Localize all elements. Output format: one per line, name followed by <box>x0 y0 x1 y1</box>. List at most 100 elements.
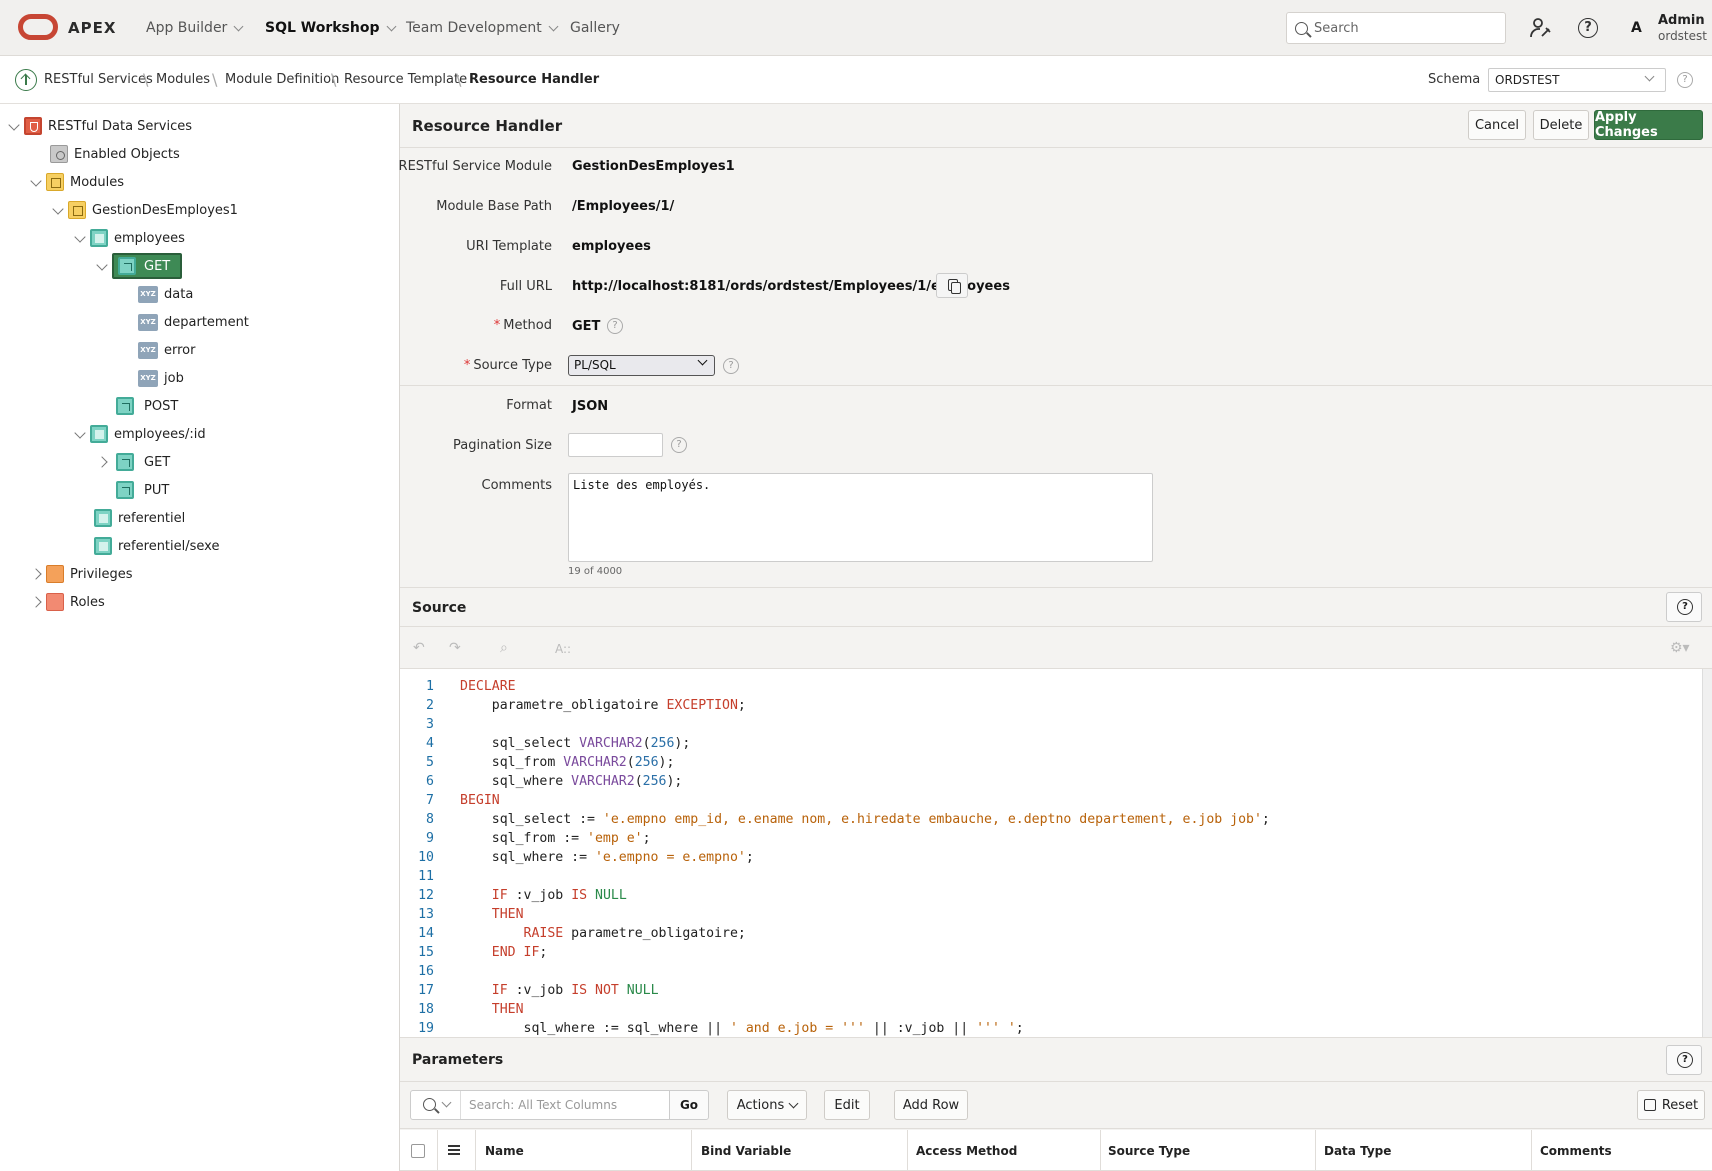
cancel-button[interactable]: Cancel <box>1468 110 1526 140</box>
app-name[interactable]: APEX <box>68 19 116 37</box>
reset-button[interactable]: Reset <box>1637 1090 1705 1120</box>
code-line[interactable]: 1 DECLARE <box>400 677 1702 696</box>
code-line[interactable]: 5 sql_from VARCHAR2(256); <box>400 753 1702 772</box>
tree-node-module[interactable]: GestionDesEmployes1 <box>52 199 238 221</box>
settings-icon[interactable]: ⚙▾ <box>1670 640 1690 656</box>
breadcrumb-restful-services[interactable]: RESTful Services <box>44 72 153 87</box>
font-size-icon[interactable]: A:: <box>555 642 571 656</box>
help-icon[interactable]: ? <box>1677 72 1693 88</box>
column-header-source-type[interactable]: Source Type <box>1108 1144 1190 1158</box>
code-line[interactable]: 13 THEN <box>400 905 1702 924</box>
tree-node-roles[interactable]: Roles <box>30 591 105 613</box>
tree-node-enabled-objects[interactable]: Enabled Objects <box>50 143 180 165</box>
code-line[interactable]: 16 <box>400 962 1702 981</box>
tree-node-restful-data-services[interactable]: RESTful Data Services <box>8 115 192 137</box>
column-header-name[interactable]: Name <box>485 1144 524 1158</box>
code-line[interactable]: 8 sql_select := 'e.empno emp_id, e.ename… <box>400 810 1702 829</box>
redo-icon[interactable]: ↷ <box>449 640 461 656</box>
administration-icon[interactable] <box>1528 16 1552 40</box>
chevron-down-icon[interactable] <box>74 426 86 439</box>
code-line[interactable]: 15 END IF; <box>400 943 1702 962</box>
grid-search-field[interactable]: Search: All Text Columns <box>410 1090 707 1120</box>
tree-node-modules[interactable]: Modules <box>30 171 124 193</box>
tree-node-param-departement[interactable]: XYZ departement <box>138 311 249 333</box>
comments-textarea[interactable]: Liste des employés. <box>568 473 1153 562</box>
column-header-bind-variable[interactable]: Bind Variable <box>701 1144 791 1158</box>
actions-menu-button[interactable]: Actions <box>727 1090 807 1120</box>
tree-node-template-employees-id[interactable]: employees/:id <box>74 423 206 445</box>
nav-sql-workshop[interactable]: SQL Workshop <box>265 20 396 36</box>
tree-node-template-employees[interactable]: employees <box>74 227 185 249</box>
chevron-right-icon[interactable] <box>30 568 42 580</box>
code-line[interactable]: 9 sql_from := 'emp e'; <box>400 829 1702 848</box>
nav-app-builder[interactable]: App Builder <box>146 20 244 36</box>
schema-select[interactable]: ORDSTEST <box>1488 68 1666 92</box>
grid-search-input[interactable]: Search: All Text Columns <box>469 1098 617 1112</box>
copy-icon[interactable] <box>936 273 968 298</box>
code-line[interactable]: 10 sql_where := 'e.empno = e.empno'; <box>400 848 1702 867</box>
column-header-access-method[interactable]: Access Method <box>916 1144 1017 1158</box>
apply-changes-button[interactable]: Apply Changes <box>1594 110 1703 140</box>
code-line[interactable]: 7 BEGIN <box>400 791 1702 810</box>
tree-node-privileges[interactable]: Privileges <box>30 563 133 585</box>
tree-node-selected[interactable]: GET <box>112 253 183 279</box>
breadcrumb-resource-template[interactable]: Resource Template <box>344 72 467 87</box>
tree-node-param-error[interactable]: XYZ error <box>138 339 195 361</box>
code-line[interactable]: 14 RAISE parametre_obligatoire; <box>400 924 1702 943</box>
tree-node-param-job[interactable]: XYZ job <box>138 367 184 389</box>
arrow-up-icon[interactable] <box>15 69 37 91</box>
undo-icon[interactable]: ↶ <box>413 640 425 656</box>
chevron-right-icon[interactable] <box>30 596 42 608</box>
search-column-menu[interactable] <box>411 1091 461 1119</box>
row-menu-icon[interactable] <box>448 1145 460 1155</box>
parameters-help-button[interactable]: ? <box>1666 1045 1702 1075</box>
edit-button[interactable]: Edit <box>824 1090 870 1120</box>
avatar[interactable]: A <box>1631 20 1642 36</box>
nav-gallery[interactable]: Gallery <box>570 20 620 36</box>
chevron-down-icon[interactable] <box>74 230 86 243</box>
column-header-data-type[interactable]: Data Type <box>1324 1144 1391 1158</box>
user-name[interactable]: Admin <box>1658 13 1705 28</box>
chevron-down-icon[interactable] <box>30 174 42 187</box>
chevron-down-icon[interactable] <box>52 202 64 215</box>
code-line[interactable]: 12 IF :v_job IS NULL <box>400 886 1702 905</box>
code-line[interactable]: 11 <box>400 867 1702 886</box>
code-line[interactable]: 3 <box>400 715 1702 734</box>
tree-node-handler-put[interactable]: PUT <box>116 479 169 501</box>
help-icon[interactable]: ? <box>671 437 687 453</box>
chevron-right-icon[interactable] <box>96 456 108 468</box>
help-icon[interactable]: ? <box>1578 18 1598 38</box>
tree-node-template-referentiel-sexe[interactable]: referentiel/sexe <box>94 535 219 557</box>
tree-node-handler-post[interactable]: POST <box>116 395 178 417</box>
breadcrumb-module-definition[interactable]: Module Definition <box>225 72 339 87</box>
code-line[interactable]: 17 IF :v_job IS NOT NULL <box>400 981 1702 1000</box>
code-editor[interactable]: 1 DECLARE 2 parametre_obligatoire EXCEPTIO… <box>400 669 1702 1037</box>
select-all-checkbox[interactable] <box>411 1144 425 1158</box>
breadcrumb-modules[interactable]: Modules <box>156 72 210 87</box>
code-line[interactable]: 2 parametre_obligatoire EXCEPTION; <box>400 696 1702 715</box>
add-row-button[interactable]: Add Row <box>894 1090 968 1120</box>
oracle-logo-icon[interactable] <box>18 14 58 40</box>
search-input[interactable]: Search <box>1286 12 1506 44</box>
code-line[interactable]: 18 THEN <box>400 1000 1702 1019</box>
delete-button[interactable]: Delete <box>1533 110 1589 140</box>
code-editor-scrollbar[interactable] <box>1702 669 1712 1037</box>
source-help-button[interactable]: ? <box>1666 592 1702 622</box>
tree-node-handler-get-id[interactable]: GET <box>96 451 170 473</box>
code-line[interactable]: 19 sql_where := sql_where || ' and e.job… <box>400 1019 1702 1037</box>
code-line[interactable]: 4 sql_select VARCHAR2(256); <box>400 734 1702 753</box>
column-header-comments[interactable]: Comments <box>1540 1144 1612 1158</box>
chevron-down-icon[interactable] <box>96 258 108 271</box>
chevron-down-icon[interactable] <box>8 118 20 131</box>
find-icon[interactable]: ⌕ <box>500 640 508 656</box>
tree-node-param-data[interactable]: XYZ data <box>138 283 193 305</box>
nav-team-development[interactable]: Team Development <box>406 20 559 36</box>
code-line[interactable]: 6 sql_where VARCHAR2(256); <box>400 772 1702 791</box>
help-icon[interactable]: ? <box>607 318 623 334</box>
source-type-select[interactable]: PL/SQL <box>568 355 715 376</box>
tree-node-template-referentiel[interactable]: referentiel <box>94 507 185 529</box>
help-icon[interactable]: ? <box>723 358 739 374</box>
pagination-size-input[interactable] <box>568 433 663 457</box>
go-button[interactable]: Go <box>669 1090 709 1120</box>
tree-node-handler-get[interactable]: GET <box>96 253 183 279</box>
